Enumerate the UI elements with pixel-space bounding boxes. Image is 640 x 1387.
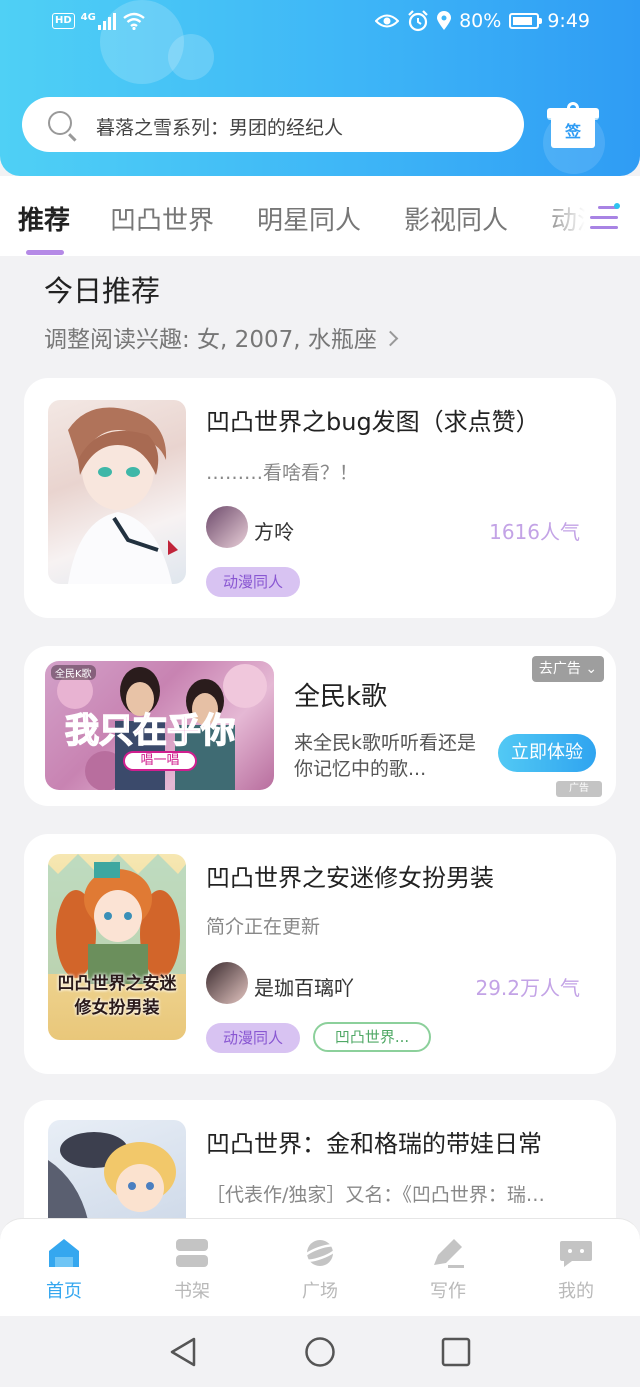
active-tab-indicator bbox=[26, 250, 64, 255]
battery-percent: 80% bbox=[459, 10, 502, 32]
pen-icon bbox=[434, 1239, 464, 1268]
category-menu-icon[interactable] bbox=[590, 203, 620, 230]
book-description: 简介正在更新 bbox=[206, 916, 321, 938]
ad-badge: 广告 bbox=[556, 781, 602, 797]
nav-label: 我的 bbox=[558, 1281, 594, 1302]
ad-card[interactable]: 全民K歌 我只在乎你 唱一唱 全民k歌 来全民k歌听听看还是你记忆中的歌... … bbox=[24, 646, 616, 806]
nav-label: 写作 bbox=[430, 1281, 466, 1302]
book-cover: 凹凸世界之安迷修女扮男装 bbox=[48, 854, 186, 1040]
network-type: 4G bbox=[80, 11, 96, 23]
eye-icon bbox=[375, 14, 400, 28]
nav-home[interactable]: 首页 bbox=[0, 1219, 128, 1317]
reading-interest-text: 调整阅读兴趣: 女, 2007, 水瓶座 bbox=[44, 327, 377, 353]
home-circle-icon[interactable] bbox=[304, 1336, 336, 1368]
book-title[interactable]: 凹凸世界之安迷修女扮男装 bbox=[206, 858, 494, 893]
clock: 9:49 bbox=[547, 10, 590, 32]
nav-label: 首页 bbox=[46, 1281, 82, 1302]
ad-image-sub: 唱一唱 bbox=[123, 751, 197, 771]
ad-image-brand: 全民K歌 bbox=[51, 665, 96, 680]
location-icon bbox=[437, 11, 452, 30]
remove-ad-button[interactable]: 去广告 ⌄ bbox=[532, 656, 604, 682]
tab-recommend[interactable]: 推荐 bbox=[18, 200, 70, 237]
battery-icon bbox=[509, 13, 543, 29]
ad-description: 来全民k歌听听看还是你记忆中的歌... bbox=[294, 732, 477, 780]
header: HD 4G 80% 9:49 暮落之雪系列：男团的经纪人 签 bbox=[0, 0, 640, 176]
reading-interest-link[interactable]: 调整阅读兴趣: 女, 2007, 水瓶座 bbox=[44, 320, 399, 354]
book-card[interactable]: 凹凸世界之安迷修女扮男装 凹凸世界之安迷修女扮男装 简介正在更新 是珈百璃吖 2… bbox=[24, 834, 616, 1074]
cover-title-text: 凹凸世界之安迷修女扮男装 bbox=[57, 974, 177, 1018]
chevron-right-icon bbox=[382, 330, 399, 347]
book-description: ………看啥看？！ bbox=[206, 462, 359, 484]
wifi-icon bbox=[123, 12, 145, 30]
app-screen: HD 4G 80% 9:49 暮落之雪系列：男团的经纪人 签 推荐 凹凸世界 明… bbox=[0, 0, 640, 1387]
search-icon bbox=[48, 111, 72, 135]
book-card[interactable]: 凹凸世界之bug发图（求点赞） ………看啥看？！ 方呤 1616人气 动漫同人 bbox=[24, 378, 616, 618]
author-avatar[interactable] bbox=[206, 962, 248, 1004]
status-bar: HD 4G 80% 9:49 bbox=[0, 0, 640, 48]
tag-anime-fanfic[interactable]: 动漫同人 bbox=[206, 1023, 300, 1053]
bottom-navigation: 首页 书架 广场 写作 我的 bbox=[0, 1218, 640, 1316]
ad-title[interactable]: 全民k歌 bbox=[294, 676, 387, 713]
nav-bookshelf[interactable]: 书架 bbox=[128, 1219, 256, 1317]
search-bar[interactable]: 暮落之雪系列：男团的经纪人 bbox=[22, 97, 524, 152]
home-icon bbox=[49, 1239, 79, 1267]
nav-square[interactable]: 广场 bbox=[256, 1219, 384, 1317]
back-icon[interactable] bbox=[168, 1336, 198, 1368]
tag-anime-fanfic[interactable]: 动漫同人 bbox=[206, 567, 300, 597]
system-navigation-bar bbox=[0, 1316, 640, 1387]
hd-badge: HD bbox=[52, 13, 75, 29]
nav-label: 书架 bbox=[174, 1281, 210, 1302]
checkin-gift-button[interactable]: 签 bbox=[547, 102, 599, 148]
author-name[interactable]: 是珈百璃吖 bbox=[254, 972, 354, 1001]
chat-bubble-icon bbox=[560, 1241, 592, 1267]
bookshelf-icon bbox=[176, 1239, 208, 1267]
category-tabs: 推荐 凹凸世界 明星同人 影视同人 动漫 bbox=[0, 176, 640, 256]
gift-icon: 签 bbox=[551, 116, 595, 148]
book-description: ［代表作/独家］又名：《凹凸世界：瑞… bbox=[206, 1184, 545, 1206]
tab-star-fanfic[interactable]: 明星同人 bbox=[257, 200, 361, 237]
ad-badge-label: 广告 bbox=[569, 783, 589, 794]
nav-label: 广场 bbox=[302, 1281, 338, 1302]
book-title[interactable]: 凹凸世界之bug发图（求点赞） bbox=[206, 402, 540, 437]
tag-aotu-world[interactable]: 凹凸世界... bbox=[313, 1022, 431, 1052]
signal-icon bbox=[97, 12, 116, 30]
ad-cta-button[interactable]: 立即体验 bbox=[498, 734, 596, 772]
planet-icon bbox=[302, 1240, 338, 1266]
book-title[interactable]: 凹凸世界：金和格瑞的带娃日常 bbox=[206, 1124, 542, 1159]
author-name[interactable]: 方呤 bbox=[254, 516, 294, 545]
section-title: 今日推荐 bbox=[44, 274, 161, 308]
remove-ad-label: 去广告 bbox=[538, 661, 581, 677]
tab-aotu-world[interactable]: 凹凸世界 bbox=[110, 200, 214, 237]
popularity-count: 29.2万人气 bbox=[475, 976, 580, 1000]
ad-image-headline: 我只在乎你 bbox=[64, 710, 236, 752]
alarm-icon bbox=[408, 10, 428, 32]
ad-image: 全民K歌 我只在乎你 唱一唱 bbox=[45, 661, 274, 790]
book-cover bbox=[48, 400, 186, 584]
nav-write[interactable]: 写作 bbox=[384, 1219, 512, 1317]
nav-mine[interactable]: 我的 bbox=[512, 1219, 640, 1317]
popularity-count: 1616人气 bbox=[489, 520, 580, 544]
tab-film-fanfic[interactable]: 影视同人 bbox=[404, 200, 508, 237]
search-placeholder: 暮落之雪系列：男团的经纪人 bbox=[96, 117, 344, 139]
author-avatar[interactable] bbox=[206, 506, 248, 548]
recent-apps-icon[interactable] bbox=[441, 1337, 471, 1367]
